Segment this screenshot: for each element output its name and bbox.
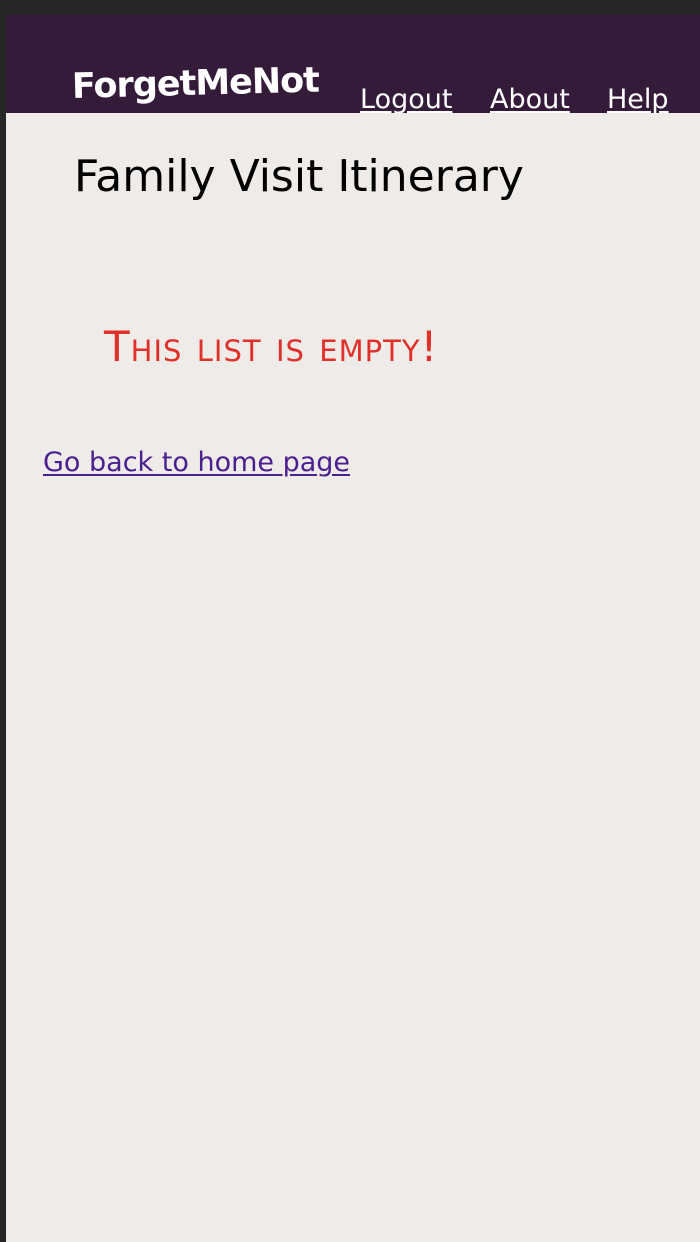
page-title: Family Visit Itinerary: [74, 151, 524, 202]
app-frame: ForgetMeNot Logout About Help Family Vis…: [6, 15, 700, 1242]
site-header: ForgetMeNot Logout About Help: [6, 15, 700, 115]
back-to-home-link[interactable]: Go back to home page: [43, 444, 350, 482]
about-link[interactable]: About: [490, 83, 570, 117]
logout-link[interactable]: Logout: [360, 83, 452, 117]
empty-list-message: This list is empty!: [104, 322, 439, 371]
help-link[interactable]: Help: [607, 83, 669, 117]
brand-logo[interactable]: ForgetMeNot: [71, 61, 319, 107]
